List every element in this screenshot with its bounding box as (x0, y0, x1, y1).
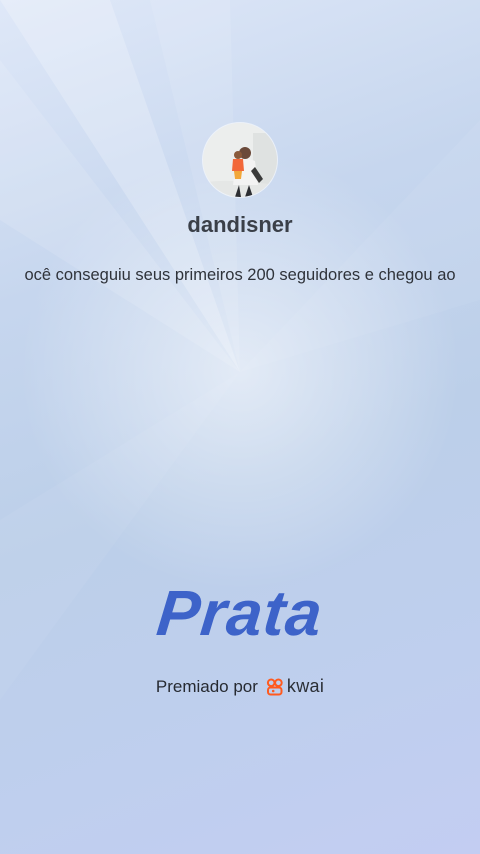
kwai-logo: kwai (266, 676, 324, 697)
kwai-wordmark: kwai (286, 676, 325, 696)
username: dandisner (187, 212, 293, 237)
avatar[interactable] (203, 123, 277, 197)
achievement-screen: dandisner ocê conseguiu seus primeiros 2… (0, 0, 480, 854)
tier-title: Prata (153, 577, 327, 649)
kwai-logo-icon (266, 678, 283, 695)
achievement-message: ocê conseguiu seus primeiros 200 seguido… (24, 266, 456, 284)
profile-photo-avatar-icon (203, 123, 277, 197)
sponsor-line: Premiado por kwai (0, 676, 480, 697)
sponsor-label: Premiado por (155, 676, 258, 696)
